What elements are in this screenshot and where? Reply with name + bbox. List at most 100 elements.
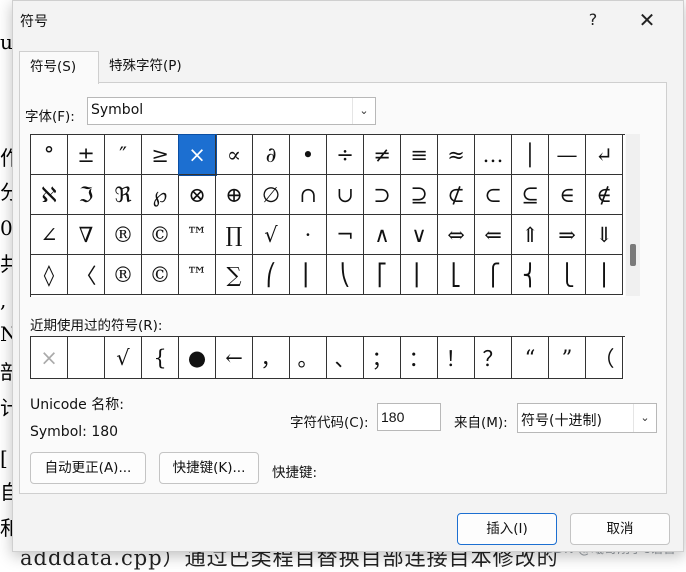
- symbol-cell[interactable]: 〈: [68, 255, 105, 295]
- recent-symbol-cell[interactable]: “: [512, 337, 549, 379]
- symbol-cell[interactable]: ∑: [216, 255, 253, 295]
- tab-symbols[interactable]: 符号(S): [19, 51, 99, 84]
- symbol-cell[interactable]: ∧: [364, 215, 401, 255]
- symbol-cell[interactable]: ⊗: [179, 175, 216, 215]
- symbol-cell[interactable]: ®: [105, 255, 142, 295]
- symbol-cell[interactable]: ∝: [216, 135, 253, 175]
- symbol-cell[interactable]: ℵ: [31, 175, 68, 215]
- recent-symbol-cell[interactable]: {: [142, 337, 179, 379]
- bg-text-fragment: ,: [0, 288, 7, 312]
- symbol-cell[interactable]: •: [290, 135, 327, 175]
- recent-symbol-cell[interactable]: （: [586, 337, 623, 379]
- font-value: Symbol: [91, 102, 144, 118]
- chevron-down-icon[interactable]: ⌄: [352, 98, 375, 124]
- symbol-cell[interactable]: √: [253, 215, 290, 255]
- recent-symbol-cell[interactable]: ？: [475, 337, 512, 379]
- symbol-cell[interactable]: ℜ: [105, 175, 142, 215]
- symbol-cell[interactable]: ⎡: [364, 255, 401, 295]
- recent-symbol-cell[interactable]: ，: [253, 337, 290, 379]
- symbol-cell[interactable]: ≠: [364, 135, 401, 175]
- symbol-cell[interactable]: ™: [179, 215, 216, 255]
- symbol-cell[interactable]: ∪: [327, 175, 364, 215]
- symbol-cell[interactable]: ±: [68, 135, 105, 175]
- symbol-cell[interactable]: ⇐: [475, 215, 512, 255]
- symbol-cell[interactable]: ∇: [68, 215, 105, 255]
- symbol-cell[interactable]: ©: [142, 255, 179, 295]
- symbol-cell[interactable]: ™: [179, 255, 216, 295]
- symbol-cell[interactable]: ∩: [290, 175, 327, 215]
- symbol-cell[interactable]: ⊇: [401, 175, 438, 215]
- symbol-cell[interactable]: ≈: [438, 135, 475, 175]
- symbol-cell[interactable]: —: [549, 135, 586, 175]
- symbol-cell[interactable]: ⇓: [586, 215, 623, 255]
- recent-symbol-cell[interactable]: ！: [438, 337, 475, 379]
- symbol-cell[interactable]: ⎩: [549, 255, 586, 295]
- symbol-cell[interactable]: ⎧: [475, 255, 512, 295]
- symbol-cell[interactable]: ↵: [586, 135, 623, 175]
- chevron-down-icon[interactable]: ⌄: [633, 404, 656, 432]
- char-code-input[interactable]: [377, 403, 441, 431]
- recent-symbol-cell[interactable]: √: [105, 337, 142, 379]
- symbol-cell[interactable]: ⊕: [216, 175, 253, 215]
- recent-symbol-cell[interactable]: 、: [327, 337, 364, 379]
- symbol-grid[interactable]: ° ± ″ ≥ × ∝ ∂ • ÷ ≠ ≡ ≈… │ — ↵ ℵ ℑ ℜ ℘ ⊗ ⊕ ∅ ∩ ∪ ⊃ ⊇ ⊄ ⊂ ⊆ ∈ ∉ ∠ ∇ ® © ™ ∏ √ ·…: [30, 134, 625, 297]
- scrollbar-thumb[interactable]: [630, 244, 636, 266]
- recent-symbol-cell[interactable]: ←: [216, 337, 253, 379]
- symbol-cell[interactable]: ∨: [401, 215, 438, 255]
- symbol-cell[interactable]: ∂: [253, 135, 290, 175]
- symbol-cell[interactable]: ·: [290, 215, 327, 255]
- symbol-cell[interactable]: ∠: [31, 215, 68, 255]
- symbol-cell[interactable]: ∏: [216, 215, 253, 255]
- symbol-cell[interactable]: ⇑: [512, 215, 549, 255]
- recent-symbol-cell[interactable]: ；: [364, 337, 401, 379]
- symbol-cell[interactable]: ⊆: [512, 175, 549, 215]
- symbol-cell[interactable]: ×: [178, 134, 217, 176]
- close-icon[interactable]: ✕: [629, 5, 665, 35]
- symbol-cell[interactable]: ∉: [586, 175, 623, 215]
- symbol-cell[interactable]: ℑ: [68, 175, 105, 215]
- symbol-cell[interactable]: ″: [105, 135, 142, 175]
- recent-symbol-cell[interactable]: 。: [290, 337, 327, 379]
- symbol-cell[interactable]: ∈: [549, 175, 586, 215]
- recent-symbol-cell[interactable]: ×: [31, 337, 68, 379]
- symbol-cell[interactable]: ≥: [142, 135, 179, 175]
- symbol-cell[interactable]: ≡: [401, 135, 438, 175]
- recent-symbols-grid[interactable]: × √{● ←，。、；：！？ “” （: [30, 336, 625, 379]
- symbol-cell[interactable]: ⎨: [512, 255, 549, 295]
- symbol-cell[interactable]: ⇒: [549, 215, 586, 255]
- shortcut-key-button[interactable]: 快捷键(K)...: [159, 452, 259, 484]
- tab-special-characters[interactable]: 特殊字符(P): [99, 51, 199, 82]
- symbol-cell[interactable]: ⊄: [438, 175, 475, 215]
- from-dropdown[interactable]: 符号(十进制) ⌄: [517, 403, 657, 433]
- symbol-cell[interactable]: ®: [105, 215, 142, 255]
- symbol-cell[interactable]: │: [512, 135, 549, 175]
- symbol-cell[interactable]: …: [475, 135, 512, 175]
- symbol-cell[interactable]: ¬: [327, 215, 364, 255]
- symbol-cell[interactable]: ◊: [31, 255, 68, 295]
- symbol-cell[interactable]: ⎢: [401, 255, 438, 295]
- symbol-dialog: 符号 ? ✕ 符号(S) 特殊字符(P) 字体(F): Symbol ⌄ ° ± ″…: [12, 0, 684, 552]
- symbol-cell[interactable]: ⎜: [290, 255, 327, 295]
- font-dropdown[interactable]: Symbol ⌄: [87, 97, 376, 125]
- symbol-cell[interactable]: ⎝: [327, 255, 364, 295]
- symbol-cell[interactable]: ℘: [142, 175, 179, 215]
- symbol-cell[interactable]: ⎪: [586, 255, 623, 295]
- insert-button[interactable]: 插入(I): [457, 513, 557, 545]
- symbol-cell[interactable]: °: [31, 135, 68, 175]
- recent-symbol-cell[interactable]: [68, 337, 105, 379]
- symbol-cell[interactable]: ⊂: [475, 175, 512, 215]
- symbol-cell[interactable]: ⇔: [438, 215, 475, 255]
- cancel-button[interactable]: 取消: [570, 513, 670, 545]
- symbol-cell[interactable]: ⎣: [438, 255, 475, 295]
- symbol-cell[interactable]: ∅: [253, 175, 290, 215]
- recent-symbol-cell[interactable]: ●: [179, 337, 216, 379]
- recent-symbol-cell[interactable]: ：: [401, 337, 438, 379]
- symbol-cell[interactable]: ÷: [327, 135, 364, 175]
- symbol-grid-scrollbar[interactable]: [626, 134, 640, 296]
- symbol-cell[interactable]: ⎛: [253, 255, 290, 295]
- symbol-cell[interactable]: ©: [142, 215, 179, 255]
- autocorrect-button[interactable]: 自动更正(A)...: [30, 452, 146, 484]
- help-icon[interactable]: ?: [575, 5, 611, 35]
- recent-symbol-cell[interactable]: ”: [549, 337, 586, 379]
- symbol-cell[interactable]: ⊃: [364, 175, 401, 215]
